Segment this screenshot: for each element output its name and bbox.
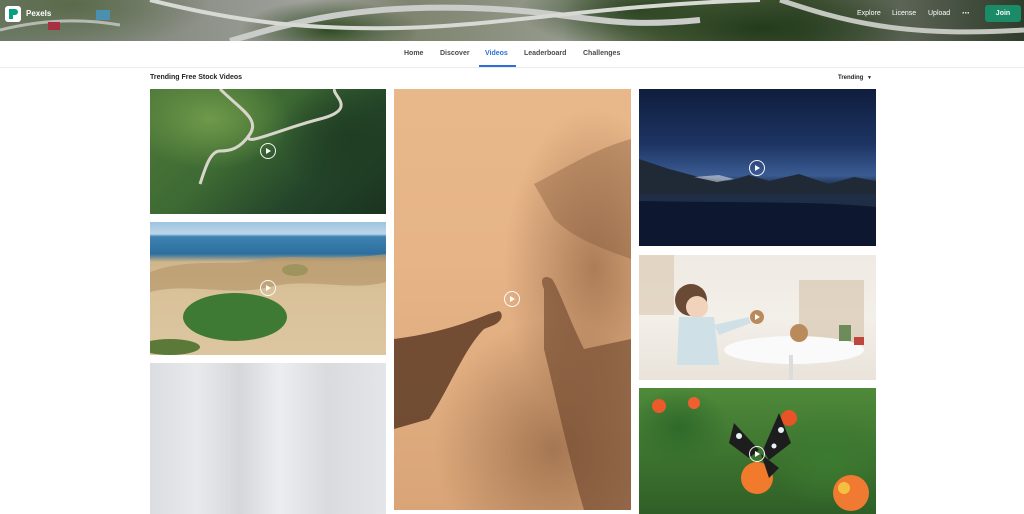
play-icon[interactable] [749,160,765,176]
play-icon[interactable] [504,291,520,307]
pexels-logo[interactable] [5,6,21,22]
tab-home[interactable]: Home [404,50,423,57]
video-card-child-toys[interactable] [639,255,876,380]
play-icon[interactable] [749,309,765,325]
brand-name[interactable]: Pexels [26,9,51,18]
video-card-hand-shadows[interactable] [394,89,631,510]
tab-videos[interactable]: Videos [485,50,508,57]
active-tab-indicator [479,65,516,67]
video-card-butterfly[interactable] [639,388,876,514]
video-card-beach-dunes[interactable] [150,222,386,355]
play-icon[interactable] [260,280,276,296]
video-card-mountain-lake[interactable] [639,89,876,246]
section-title: Trending Free Stock Videos [150,74,243,81]
hero-banner: Pexels Explore License Upload ··· Join [0,0,1024,41]
tab-leaderboard[interactable]: Leaderboard [524,50,566,57]
play-icon[interactable] [749,446,765,462]
chevron-down-icon[interactable]: ▼ [867,75,872,81]
nav-upload[interactable]: Upload [928,10,950,17]
tab-challenges[interactable]: Challenges [583,50,620,57]
nav-explore[interactable]: Explore [857,10,881,17]
tab-bar: Home Discover Videos Leaderboard Challen… [0,41,1024,68]
nav-license[interactable]: License [892,10,916,17]
join-button[interactable]: Join [985,5,1021,22]
pexels-logo-icon [9,9,18,19]
play-icon[interactable] [260,143,276,159]
video-card-aerial-forest[interactable] [150,89,386,214]
video-card-white-fabric[interactable] [150,363,386,514]
sort-dropdown[interactable]: Trending [838,75,863,81]
tab-discover[interactable]: Discover [440,50,470,57]
more-menu-icon[interactable]: ··· [962,8,970,18]
road-aerial-image [0,0,1024,41]
